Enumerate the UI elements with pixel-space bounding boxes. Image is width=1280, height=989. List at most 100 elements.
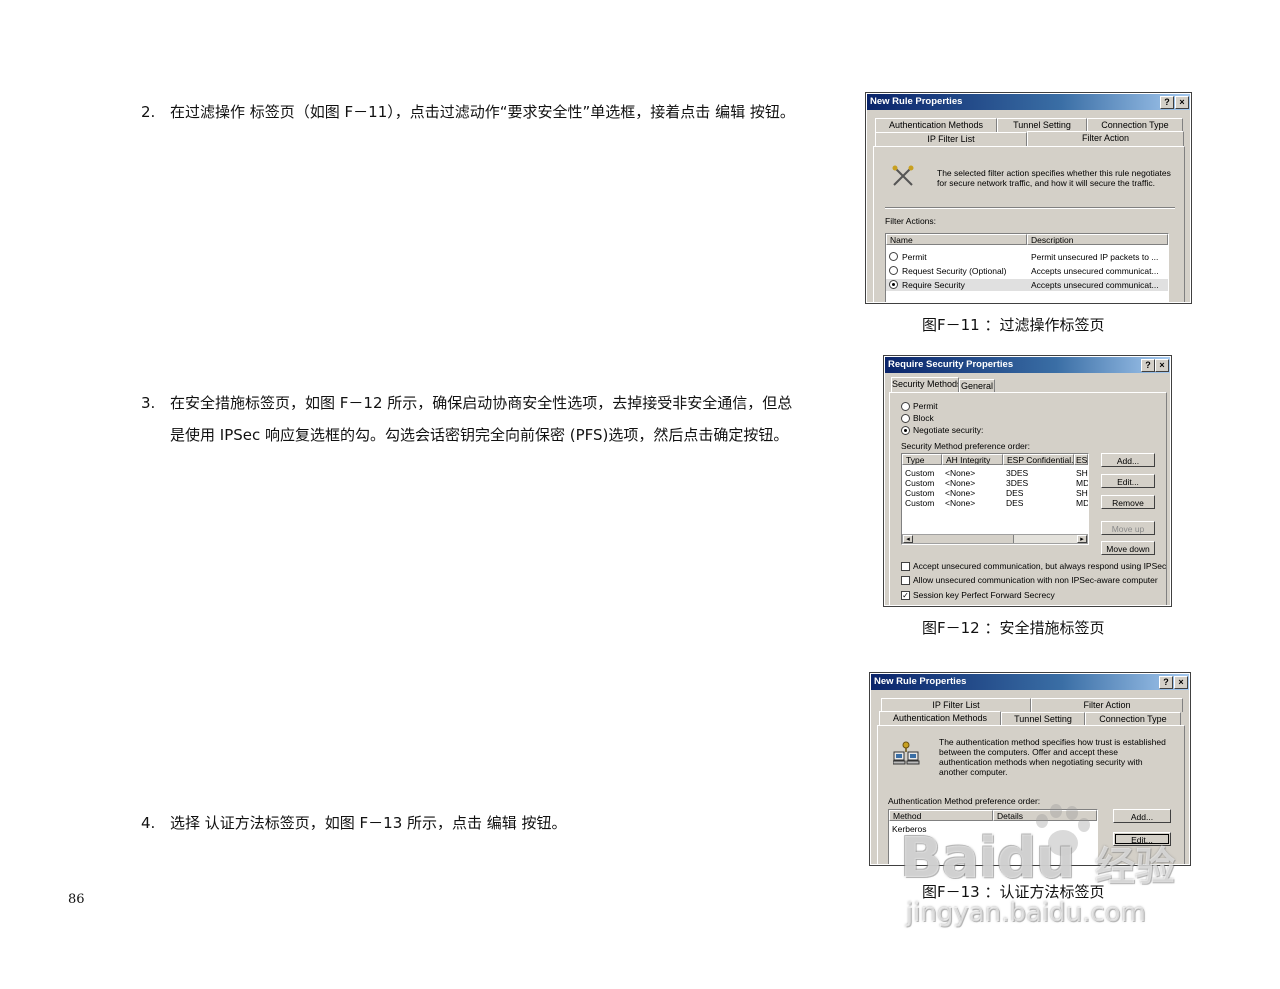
- column-header-ah-integrity[interactable]: AH Integrity: [942, 454, 1003, 465]
- option-label: Block: [913, 413, 934, 423]
- checkbox-accept-unsecured[interactable]: [901, 562, 910, 571]
- column-header-description[interactable]: Description: [1027, 234, 1168, 245]
- tab-ip-filter-list[interactable]: IP Filter List: [881, 698, 1031, 712]
- tab-connection-type[interactable]: Connection Type: [1087, 118, 1183, 132]
- step-text: 在过滤操作 标签页（如图 F－11），点击过滤动作“要求安全性”单选框，接着点击…: [170, 103, 795, 121]
- action-name: Permit: [902, 252, 927, 262]
- list-item[interactable]: Permit Permit unsecured IP packets to ..…: [886, 251, 1168, 263]
- action-name: Request Security (Optional): [902, 266, 1007, 276]
- cell-ah: <None>: [945, 478, 976, 488]
- figure-f11-dialog: New Rule Properties ? × Authentication M…: [865, 92, 1192, 304]
- page-number: 86: [68, 892, 85, 907]
- radio-permit[interactable]: [901, 402, 910, 411]
- authentication-methods-list[interactable]: Method Details Kerberos: [888, 809, 1098, 864]
- checkbox-label: Session key Perfect Forward Secrecy: [913, 590, 1055, 600]
- column-header-esp-confidentiality[interactable]: ESP Confidential...: [1003, 454, 1074, 465]
- cell-ah: <None>: [945, 498, 976, 508]
- cell-esp-conf: 3DES: [1006, 478, 1029, 488]
- figure-f12-dialog: Require Security Properties ? × Security…: [883, 355, 1172, 607]
- list-item[interactable]: Request Security (Optional) Accepts unse…: [886, 265, 1168, 277]
- security-method-label: Security Method preference order:: [901, 441, 1030, 451]
- authentication-order-label: Authentication Method preference order:: [888, 796, 1041, 806]
- step-number: 3.: [141, 394, 156, 412]
- help-button[interactable]: ?: [1160, 96, 1174, 109]
- tab-authentication-methods[interactable]: Authentication Methods: [875, 118, 997, 132]
- step-text: 在安全措施标签页，如图 F－12 所示，确保启动协商安全性选项，去掉接受非安全通…: [170, 394, 793, 444]
- cell-type: Custom: [905, 478, 935, 488]
- tab-tunnel-setting[interactable]: Tunnel Setting: [997, 118, 1087, 132]
- radio-negotiate-security[interactable]: [901, 426, 910, 435]
- move-down-button[interactable]: Move down: [1101, 541, 1155, 555]
- radio-permit[interactable]: [889, 252, 898, 261]
- table-row[interactable]: Kerberos: [889, 824, 1097, 834]
- option-label: Permit: [913, 401, 938, 411]
- checkbox-label: Accept unsecured communication, but alwa…: [913, 561, 1167, 571]
- action-description: Permit unsecured IP packets to ...: [1031, 252, 1159, 262]
- scroll-right-icon[interactable]: ▸: [1077, 535, 1087, 543]
- move-up-button[interactable]: Move up: [1101, 521, 1155, 535]
- separator: [885, 207, 1175, 209]
- security-methods-list[interactable]: Type AH Integrity ESP Confidential... ES…: [901, 453, 1089, 545]
- edit-button[interactable]: Edit...: [1101, 474, 1155, 488]
- step-number: 4.: [141, 814, 156, 832]
- tab-filter-action[interactable]: Filter Action: [1031, 698, 1183, 712]
- scroll-thumb[interactable]: [913, 535, 1014, 543]
- step-text: 选择 认证方法标签页，如图 F－13 所示，点击 编辑 按钮。: [170, 814, 567, 832]
- filter-action-description: The selected filter action specifies whe…: [937, 168, 1171, 188]
- cell-esp-int: SH: [1076, 488, 1088, 498]
- table-row[interactable]: Custom <None> 3DES MD: [902, 478, 1088, 488]
- list-item-selected[interactable]: Require Security Accepts unsecured commu…: [886, 279, 1168, 291]
- close-button[interactable]: ×: [1174, 676, 1188, 689]
- table-row[interactable]: Custom <None> 3DES SH: [902, 468, 1088, 478]
- tab-tunnel-setting[interactable]: Tunnel Setting: [1001, 712, 1085, 726]
- tab-security-methods[interactable]: Security Methods: [891, 377, 959, 393]
- cell-esp-int: MD: [1076, 478, 1089, 488]
- remove-button[interactable]: Remove: [1101, 495, 1155, 509]
- cell-esp-conf: 3DES: [1006, 468, 1029, 478]
- watermark-url: jingyan.baidu.com: [906, 898, 1146, 928]
- column-header-details[interactable]: Details: [993, 810, 1097, 821]
- cell-type: Custom: [905, 498, 935, 508]
- column-header-type[interactable]: Type: [902, 454, 942, 465]
- cell-type: Custom: [905, 488, 935, 498]
- filter-actions-list[interactable]: Name Description Permit Permit unsecured…: [885, 233, 1169, 302]
- close-button[interactable]: ×: [1175, 96, 1189, 109]
- column-header-esp-integrity[interactable]: ES: [1074, 454, 1088, 465]
- authentication-description: The authentication method specifies how …: [939, 737, 1166, 777]
- table-row[interactable]: Custom <None> DES MD: [902, 498, 1088, 508]
- tab-general[interactable]: General: [959, 379, 995, 393]
- tab-authentication-methods[interactable]: Authentication Methods: [879, 711, 1001, 726]
- close-button[interactable]: ×: [1155, 359, 1169, 372]
- dialog-titlebar: Require Security Properties: [885, 357, 1170, 373]
- edit-button[interactable]: Edit...: [1113, 832, 1171, 846]
- column-header-method[interactable]: Method: [889, 810, 993, 821]
- tab-ip-filter-list[interactable]: IP Filter List: [875, 132, 1027, 146]
- help-button[interactable]: ?: [1159, 676, 1173, 689]
- cell-ah: <None>: [945, 468, 976, 478]
- computers-key-icon: [893, 741, 920, 765]
- cell-ah: <None>: [945, 488, 976, 498]
- checkbox-allow-unsecured[interactable]: [901, 576, 910, 585]
- figure-caption-f13: 图F－13 ：认证方法标签页: [922, 883, 1105, 901]
- radio-require-security[interactable]: [889, 280, 898, 289]
- cell-esp-conf: DES: [1006, 488, 1024, 498]
- figure-caption-f11: 图F－11 ：过滤操作标签页: [922, 316, 1105, 334]
- figure-caption-f12: 图F－12 ：安全措施标签页: [922, 619, 1105, 637]
- step-number: 2.: [141, 103, 156, 121]
- table-row[interactable]: Custom <None> DES SH: [902, 488, 1088, 498]
- add-button[interactable]: Add...: [1113, 809, 1171, 823]
- column-header-name[interactable]: Name: [886, 234, 1027, 245]
- checkbox-pfs[interactable]: ✓: [901, 591, 910, 600]
- tab-connection-type[interactable]: Connection Type: [1085, 712, 1181, 726]
- radio-block[interactable]: [901, 414, 910, 423]
- help-button[interactable]: ?: [1141, 359, 1155, 372]
- radio-request-security[interactable]: [889, 266, 898, 275]
- dialog-titlebar: New Rule Properties: [867, 94, 1190, 110]
- scroll-left-icon[interactable]: ◂: [903, 535, 913, 543]
- tools-icon: [892, 165, 914, 186]
- cell-method: Kerberos: [892, 824, 927, 834]
- add-button[interactable]: Add...: [1101, 453, 1155, 467]
- tab-filter-action[interactable]: Filter Action: [1027, 131, 1184, 146]
- action-description: Accepts unsecured communicat...: [1031, 266, 1159, 276]
- horizontal-scrollbar[interactable]: ◂ ▸: [902, 534, 1088, 544]
